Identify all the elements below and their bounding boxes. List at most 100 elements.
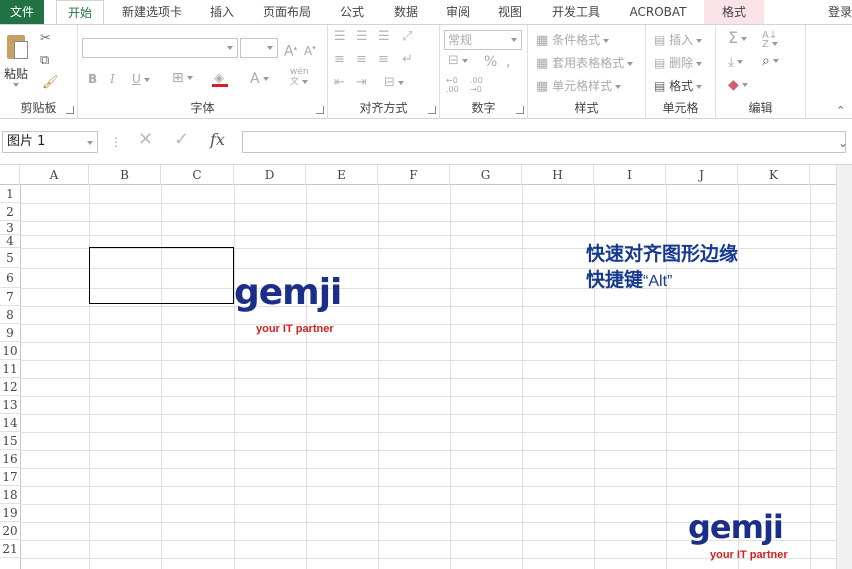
italic-icon[interactable]: I [110,71,115,87]
tab-format[interactable]: 格式 [704,0,764,24]
bold-icon[interactable]: B [88,71,97,87]
fill-color-button[interactable]: ◈ [212,71,236,87]
gemji-logo-picture[interactable]: gemji your IT partner [234,272,380,338]
align-left-icon[interactable]: ≡ [334,52,345,68]
tab-new-tab[interactable]: 新建选项卡 [112,0,192,24]
align-bottom-icon[interactable]: ☰ [378,29,390,45]
format-as-table-button[interactable]: ▦ 套用表格格式 [536,55,634,72]
autosum-icon[interactable]: Σ [728,30,748,46]
border-icon[interactable]: ⊞ [172,70,193,86]
column-header[interactable]: A [20,165,89,185]
number-launcher-icon[interactable] [516,106,524,114]
tab-home[interactable]: 开始 [56,0,104,25]
fill-icon[interactable]: ⤓ [728,54,744,70]
alignment-launcher-icon[interactable] [428,106,436,114]
orientation-icon[interactable]: ⤢ [402,29,412,45]
row-header[interactable]: 1 [0,185,20,203]
find-select-icon[interactable]: ⌕ [762,53,779,69]
column-header[interactable]: H [522,165,594,185]
row-header[interactable]: 15 [0,432,20,450]
vertical-scrollbar[interactable] [836,165,852,569]
row-header[interactable]: 21 [0,540,20,558]
align-center-icon[interactable]: ≡ [356,52,367,68]
percent-icon[interactable]: % [484,54,497,70]
copy-icon[interactable]: ⧉ [40,53,49,69]
currency-icon[interactable]: ⊟ [448,53,468,69]
expand-formula-icon[interactable]: ⌄ [838,135,848,151]
decrease-decimal-icon[interactable]: .00 →0 [470,76,483,94]
font-color-icon[interactable]: A [250,71,269,87]
rectangle-shape[interactable] [89,247,234,304]
wrap-text-icon[interactable]: ↵ [402,52,413,68]
row-header[interactable]: 17 [0,468,20,486]
cancel-entry-icon[interactable]: ✕ [138,131,153,149]
insert-cells-button[interactable]: ▤ 插入 [654,32,703,48]
select-all-corner[interactable] [0,165,20,185]
number-format-select[interactable]: 常规 [444,30,522,50]
sort-filter-icon[interactable]: A↓ Z [762,31,778,50]
increase-decimal-icon[interactable]: ←0.00 [446,76,459,94]
merge-center-icon[interactable]: ⊟ [384,75,404,91]
align-right-icon[interactable]: ≡ [378,52,389,68]
tab-acrobat[interactable]: ACROBAT [620,0,696,24]
paste-label[interactable]: 粘贴 [4,65,28,82]
clipboard-launcher-icon[interactable] [66,106,74,114]
tab-page-layout[interactable]: 页面布局 [254,0,320,24]
increase-indent-icon[interactable]: ⇥ [356,75,367,91]
column-header[interactable]: I [594,165,666,185]
column-header[interactable]: E [306,165,378,185]
column-header[interactable]: G [450,165,522,185]
column-header[interactable]: C [161,165,234,185]
delete-cells-button[interactable]: ▤ 删除 [654,55,703,71]
conditional-format-button[interactable]: ▦ 条件格式 [536,32,610,49]
row-header[interactable]: 16 [0,450,20,468]
formula-input[interactable] [242,131,846,153]
font-size-select[interactable] [240,38,278,58]
format-painter-icon[interactable]: 🖌 [42,75,59,91]
paste-dropdown-icon[interactable] [13,83,19,87]
row-header[interactable]: 5 [0,248,20,268]
tab-developer[interactable]: 开发工具 [542,0,610,24]
decrease-indent-icon[interactable]: ⇤ [334,75,345,91]
tab-data[interactable]: 数据 [384,0,428,24]
cut-icon[interactable]: ✂ [40,31,51,47]
sign-in-link[interactable]: 登录 [828,0,852,24]
confirm-entry-icon[interactable]: ✓ [174,131,189,149]
phonetic-icon[interactable]: wén 文 [290,67,309,87]
column-header[interactable]: K [738,165,810,185]
row-header[interactable]: 6 [0,268,20,288]
font-name-select[interactable] [82,38,238,58]
format-cells-button[interactable]: ▤ 格式 [654,78,703,94]
column-header[interactable]: D [234,165,306,185]
tab-formulas[interactable]: 公式 [330,0,374,24]
align-top-icon[interactable]: ☰ [334,29,346,45]
row-header[interactable]: 9 [0,324,20,342]
row-header[interactable]: 14 [0,414,20,432]
decrease-font-icon[interactable]: A▾ [304,40,316,59]
column-header[interactable]: J [666,165,738,185]
tab-view[interactable]: 视图 [488,0,532,24]
row-header[interactable]: 18 [0,486,20,504]
tab-insert[interactable]: 插入 [200,0,244,24]
row-header[interactable]: 10 [0,342,20,360]
row-header[interactable]: 13 [0,396,20,414]
row-header[interactable]: 2 [0,203,20,221]
row-header[interactable]: 8 [0,306,20,324]
insert-function-icon[interactable]: fx [210,132,225,148]
collapse-ribbon-icon[interactable]: ⌃ [836,103,845,119]
column-header[interactable]: F [378,165,450,185]
row-header[interactable]: 19 [0,504,20,522]
increase-font-icon[interactable]: A▴ [284,40,297,60]
paste-button[interactable] [5,31,29,61]
row-header[interactable]: 4 [0,235,20,248]
column-header[interactable]: B [89,165,161,185]
row-header[interactable]: 12 [0,378,20,396]
name-box[interactable]: 图片 1 [2,131,98,153]
row-header[interactable]: 20 [0,522,20,540]
cell-styles-button[interactable]: ▦ 单元格样式 [536,78,622,95]
clear-icon[interactable]: ◆ [728,77,748,93]
comma-style-icon[interactable]: , [506,54,510,70]
tab-file[interactable]: 文件 [0,0,44,24]
align-middle-icon[interactable]: ☰ [356,29,368,45]
underline-icon[interactable]: U [132,71,150,87]
